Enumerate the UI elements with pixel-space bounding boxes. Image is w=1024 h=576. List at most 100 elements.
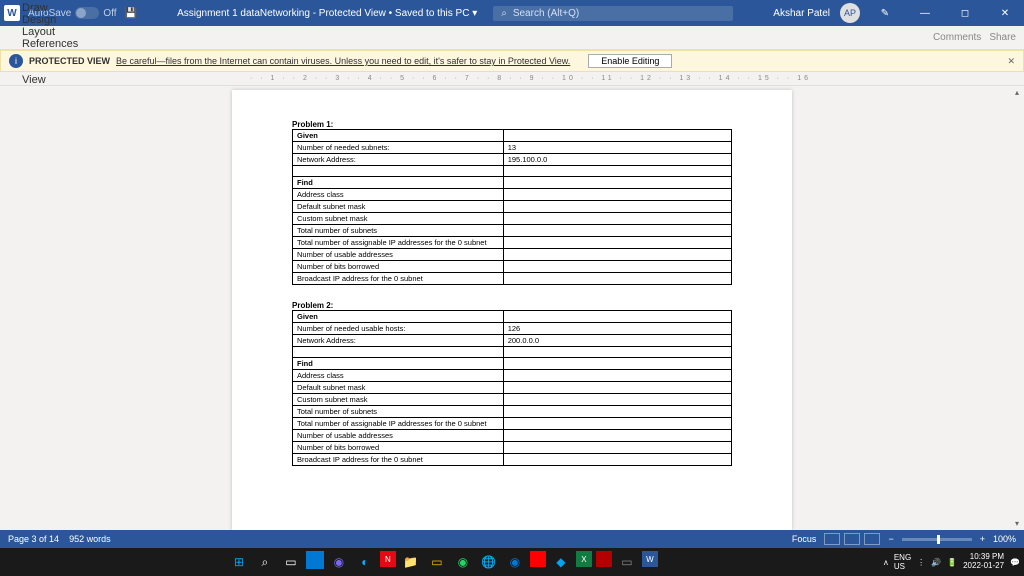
app-icon[interactable]: N [380, 551, 396, 567]
protected-view-message: Be careful—files from the Internet can c… [116, 56, 570, 66]
chrome-icon[interactable]: 🌐 [478, 551, 500, 573]
search-placeholder: Search (Alt+Q) [513, 8, 579, 19]
cell: Find [293, 358, 504, 370]
tab-layout[interactable]: Layout [12, 26, 88, 38]
tab-references[interactable]: References [12, 38, 88, 50]
table-row: Broadcast IP address for the 0 subnet [293, 454, 732, 466]
volume-icon[interactable]: 🔊 [931, 558, 941, 567]
cell: Broadcast IP address for the 0 subnet [293, 273, 504, 285]
whatsapp-icon[interactable]: ◉ [452, 551, 474, 573]
cell [503, 442, 731, 454]
cell [503, 189, 731, 201]
cell: Address class [293, 370, 504, 382]
problem1-title: Problem 1: [292, 120, 732, 129]
avatar[interactable]: AP [840, 3, 860, 23]
problem1-table: GivenNumber of needed subnets:13Network … [292, 129, 732, 285]
notifications-icon[interactable]: 💬 [1010, 558, 1020, 567]
table-row: Default subnet mask [293, 201, 732, 213]
share-button[interactable]: Share [989, 32, 1016, 43]
scroll-down-icon[interactable]: ▾ [1015, 519, 1019, 528]
wifi-icon[interactable]: ⋮ [917, 558, 925, 567]
excel-icon[interactable]: X [576, 551, 592, 567]
table-row: Given [293, 130, 732, 142]
tab-design[interactable]: Design [12, 14, 88, 26]
app-icon[interactable]: ▭ [426, 551, 448, 573]
cell [503, 418, 731, 430]
app-icon[interactable] [306, 551, 324, 569]
protected-view-bar: i PROTECTED VIEW Be careful—files from t… [0, 50, 1024, 72]
explorer-icon[interactable]: 📁 [400, 551, 422, 573]
battery-icon[interactable]: 🔋 [947, 558, 957, 567]
cell [503, 177, 731, 189]
zoom-level[interactable]: 100% [993, 534, 1016, 544]
table-row: Given [293, 311, 732, 323]
pen-icon[interactable]: ✎ [870, 8, 900, 19]
table-row: Address class [293, 370, 732, 382]
view-buttons [824, 533, 880, 545]
app-icon[interactable] [530, 551, 546, 567]
cell: 200.0.0.0 [503, 335, 731, 347]
close-icon[interactable]: ✕ [990, 8, 1020, 19]
system-tray: ʌ ENGUS ⋮ 🔊 🔋 10:39 PM 2022-01-27 💬 [884, 553, 1020, 571]
table-row: Broadcast IP address for the 0 subnet [293, 273, 732, 285]
acrobat-icon[interactable] [596, 551, 612, 567]
table-row: Number of usable addresses [293, 249, 732, 261]
taskbar-apps: ⊞ ⌕ ▭ ◉ ◐ N 📁 ▭ ◉ 🌐 ◉ ◆ X ▭ W [4, 551, 882, 573]
user-name[interactable]: Akshar Patel [773, 8, 830, 19]
print-layout-icon[interactable] [844, 533, 860, 545]
table-row: Network Address:200.0.0.0 [293, 335, 732, 347]
cell: Total number of subnets [293, 406, 504, 418]
ribbon-tabs: FileHomeInsertDrawDesignLayoutReferences… [0, 26, 1024, 50]
cell: Number of needed subnets: [293, 142, 504, 154]
table-row: Find [293, 177, 732, 189]
cell [503, 370, 731, 382]
zoom-slider[interactable] [902, 538, 972, 541]
zoom-out-icon[interactable]: − [888, 534, 893, 544]
cell: Total number of assignable IP addresses … [293, 237, 504, 249]
web-layout-icon[interactable] [864, 533, 880, 545]
search-icon: ⌕ [501, 8, 507, 19]
cell [503, 394, 731, 406]
search-input[interactable]: ⌕ Search (Alt+Q) [493, 6, 733, 21]
title-bar: W AutoSave Off 💾 Assignment 1 dataNetwor… [0, 0, 1024, 26]
taskview-icon[interactable]: ▭ [280, 551, 302, 573]
language-indicator[interactable]: ENGUS [894, 553, 911, 571]
cell [503, 454, 731, 466]
comments-button[interactable]: Comments [933, 32, 981, 43]
search-icon[interactable]: ⌕ [254, 551, 276, 573]
maximize-icon[interactable]: ◻ [950, 8, 980, 19]
document-title[interactable]: Assignment 1 dataNetworking - Protected … [177, 8, 477, 19]
scroll-up-icon[interactable]: ▴ [1015, 88, 1019, 97]
app-icon[interactable]: ▭ [616, 551, 638, 573]
tab-view[interactable]: View [12, 74, 88, 86]
cell [503, 358, 731, 370]
table-row: Total number of assignable IP addresses … [293, 418, 732, 430]
app-icon[interactable]: ◐ [354, 551, 376, 573]
clock[interactable]: 10:39 PM 2022-01-27 [963, 553, 1004, 571]
save-icon[interactable]: 💾 [125, 8, 137, 19]
app-icon[interactable]: ◆ [550, 551, 572, 573]
cell: Default subnet mask [293, 382, 504, 394]
read-mode-icon[interactable] [824, 533, 840, 545]
cell: Number of bits borrowed [293, 442, 504, 454]
app-icon[interactable]: ◉ [504, 551, 526, 573]
tab-draw[interactable]: Draw [12, 2, 88, 14]
minimize-icon[interactable]: — [910, 8, 940, 19]
cell [503, 311, 731, 323]
cell: Custom subnet mask [293, 394, 504, 406]
cell: Custom subnet mask [293, 213, 504, 225]
start-icon[interactable]: ⊞ [228, 551, 250, 573]
focus-mode[interactable]: Focus [792, 534, 817, 544]
cell [503, 237, 731, 249]
close-icon[interactable]: ✕ [1007, 56, 1015, 67]
page-indicator[interactable]: Page 3 of 14 [8, 534, 59, 544]
chevron-up-icon[interactable]: ʌ [884, 558, 888, 567]
word-icon[interactable]: W [642, 551, 658, 567]
word-count[interactable]: 952 words [69, 534, 111, 544]
problem2-title: Problem 2: [292, 301, 732, 310]
app-icon[interactable]: ◉ [328, 551, 350, 573]
vertical-scrollbar[interactable]: ▴ ▾ [1010, 86, 1024, 530]
zoom-in-icon[interactable]: + [980, 534, 985, 544]
enable-editing-button[interactable]: Enable Editing [588, 54, 672, 68]
table-row: Number of needed subnets:13 [293, 142, 732, 154]
